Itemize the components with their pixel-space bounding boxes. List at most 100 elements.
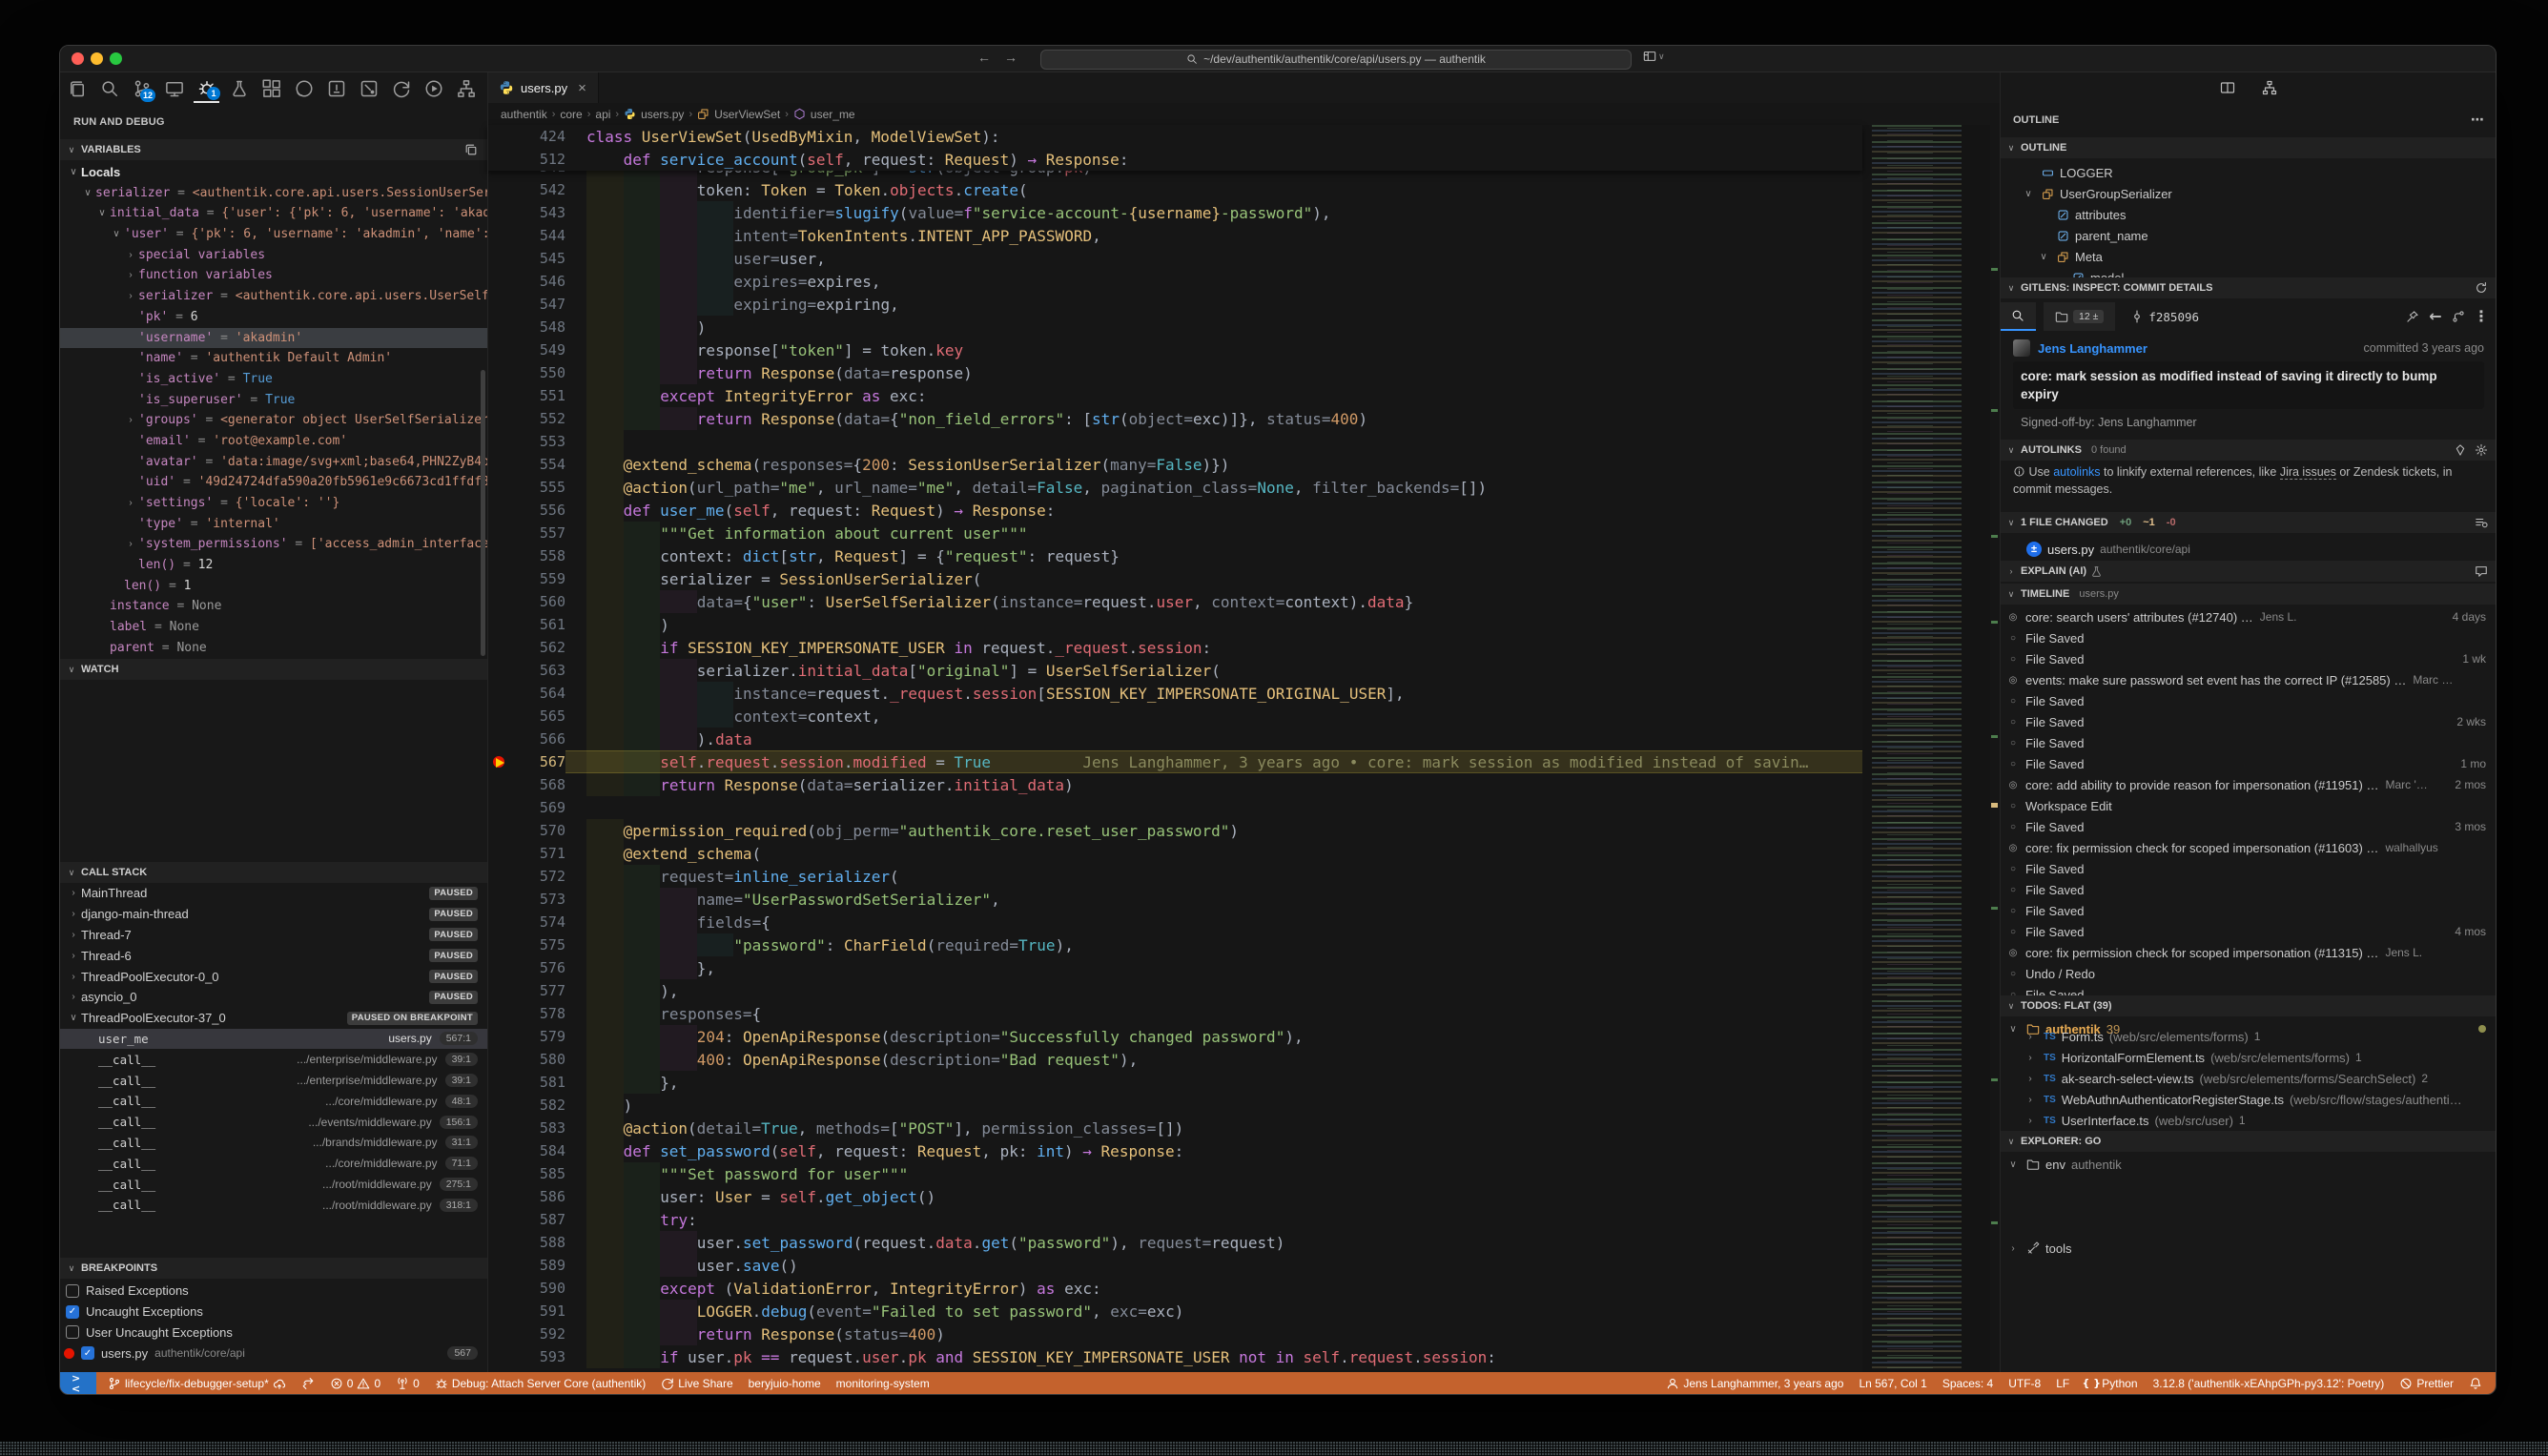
- changed-file-row[interactable]: ± users.py authentik/core/api: [2000, 539, 2497, 560]
- gitlens-section-header[interactable]: ∨GITLENS: INSPECT: COMMIT DETAILS: [2000, 277, 2497, 298]
- editor-action-icon[interactable]: [1836, 80, 1851, 95]
- overview-ruler[interactable]: [1990, 125, 2000, 1372]
- call-stack-row[interactable]: __call__ .../events/middleware.py 156:1: [60, 1112, 487, 1133]
- copy-value-icon[interactable]: [464, 143, 478, 156]
- status-bar-item[interactable]: beryjuio-home: [749, 1377, 821, 1390]
- titlebar-action-icon[interactable]: [2332, 51, 2348, 67]
- editor-action-icon[interactable]: [1809, 80, 1824, 95]
- copilot-button[interactable]: ∨: [1643, 50, 1665, 63]
- timeline-item[interactable]: Undo / Redo: [2000, 963, 2497, 984]
- minimize-window-button[interactable]: [91, 52, 103, 65]
- call-stack-row[interactable]: __call__ .../root/middleware.py 275:1: [60, 1174, 487, 1195]
- status-bar-item[interactable]: 3.12.8 ('authentik-xEAhpGPh-py3.12': Poe…: [2153, 1377, 2385, 1390]
- view-options-icon[interactable]: [2475, 516, 2488, 529]
- outline-section-header[interactable]: ∨OUTLINE: [2000, 137, 2497, 158]
- editor-action-icon[interactable]: [1889, 80, 1904, 95]
- activity-bar-item[interactable]: 1: [194, 74, 219, 103]
- breadcrumb-item[interactable]: UserViewSet ›: [697, 108, 789, 121]
- variable-row[interactable]: › function variables: [60, 265, 487, 286]
- variable-row[interactable]: 'pk' = 6: [60, 307, 487, 328]
- breakpoint-row[interactable]: Raised Exceptions: [60, 1281, 487, 1302]
- todo-file-row[interactable]: ›TS HorizontalFormElement.ts (web/src/el…: [2000, 1047, 2497, 1068]
- command-center[interactable]: ~/dev/authentik/authentik/core/api/users…: [1040, 50, 1632, 70]
- tab-users-py[interactable]: users.py ×: [487, 72, 599, 103]
- status-bar-item[interactable]: lifecycle/fix-debugger-setup*: [108, 1377, 286, 1390]
- explorer-go-section-header[interactable]: ∨EXPLORER: GO: [2000, 1131, 2497, 1152]
- activity-bar-item[interactable]: [64, 74, 90, 103]
- debug-toolbar-button[interactable]: [411, 114, 426, 130]
- variable-row[interactable]: 'is_superuser' = True: [60, 390, 487, 411]
- breadcrumb-item[interactable]: core ›: [560, 108, 590, 121]
- variable-row[interactable]: 'uid' = '49d24724dfa590a20fb5961e9c6673c…: [60, 472, 487, 493]
- nav-back-icon[interactable]: ←: [974, 50, 995, 65]
- sidebar-scrollbar[interactable]: [481, 370, 485, 656]
- editor-action-icon[interactable]: [1862, 80, 1878, 95]
- timeline-item[interactable]: Workspace Edit: [2000, 795, 2497, 816]
- breakpoint-row[interactable]: users.py authentik/core/api 567: [60, 1343, 487, 1364]
- editor-action-icon[interactable]: [1942, 80, 1958, 95]
- variable-row[interactable]: › 'settings' = {'locale': ''}: [60, 493, 487, 514]
- call-stack-row[interactable]: __call__ .../root/middleware.py 318:1: [60, 1195, 487, 1216]
- activity-bar-item[interactable]: [226, 74, 252, 103]
- timeline-item[interactable]: core: fix permission check for scoped im…: [2000, 837, 2497, 858]
- todos-section-header[interactable]: ∨TODOS: FLAT (39): [2000, 995, 2497, 1016]
- gem-icon[interactable]: [2454, 443, 2467, 457]
- more-actions-icon[interactable]: ⋮: [2475, 310, 2488, 323]
- status-bar-item[interactable]: [2469, 1377, 2482, 1390]
- variable-row[interactable]: › 'groups' = <generator object UserSelfS…: [60, 410, 487, 431]
- status-bar-item[interactable]: Prettier: [2399, 1377, 2454, 1390]
- debug-toolbar-button[interactable]: [459, 114, 474, 130]
- variable-row[interactable]: 'is_active' = True: [60, 369, 487, 390]
- status-bar-item[interactable]: UTF-8: [2008, 1377, 2041, 1390]
- call-stack-row[interactable]: › asyncio_0 PAUSED: [60, 987, 487, 1008]
- status-bar-item[interactable]: Live Share: [661, 1377, 732, 1390]
- titlebar-action-icon[interactable]: [2360, 51, 2375, 67]
- call-stack-row[interactable]: __call__ .../core/middleware.py 48:1: [60, 1091, 487, 1112]
- go-env-row[interactable]: ∨ env authentik: [2000, 1154, 2497, 1175]
- outline-item[interactable]: ∨ UserGroupSerializer: [2000, 183, 2497, 204]
- timeline-item[interactable]: core: add ability to provide reason for …: [2000, 774, 2497, 795]
- more-actions-icon[interactable]: ⋯: [2471, 113, 2484, 127]
- breakpoint-checkbox[interactable]: [66, 1325, 79, 1339]
- call-stack-row[interactable]: __call__ .../enterprise/middleware.py 39…: [60, 1049, 487, 1070]
- activity-bar-item[interactable]: [421, 74, 446, 103]
- zoom-window-button[interactable]: [110, 52, 122, 65]
- minimap[interactable]: [1862, 125, 1990, 1372]
- titlebar-action-icon[interactable]: [2471, 51, 2486, 67]
- code-editor[interactable]: 541 response["group_pk"] = str(object=gr…: [487, 171, 1862, 1372]
- go-tools-row[interactable]: › tools: [2000, 1238, 2497, 1259]
- variable-row[interactable]: ∨ initial_data = {'user': {'pk': 6, 'use…: [60, 203, 487, 224]
- breakpoint-checkbox[interactable]: [66, 1305, 79, 1319]
- pin-icon[interactable]: [2406, 310, 2419, 323]
- call-stack-row[interactable]: __call__ .../enterprise/middleware.py 39…: [60, 1070, 487, 1091]
- outline-item[interactable]: attributes: [2000, 204, 2497, 225]
- timeline-item[interactable]: core: search users' attributes (#12740) …: [2000, 606, 2497, 627]
- go-env-var-row[interactable]: [2000, 1175, 2497, 1196]
- debug-toolbar-button[interactable]: [363, 114, 379, 130]
- debug-toolbar-button[interactable]: [316, 114, 331, 130]
- editor-action-icon[interactable]: [1782, 80, 1798, 95]
- variable-row[interactable]: 'name' = 'authentik Default Admin': [60, 348, 487, 369]
- timeline-section-header[interactable]: ∨TIMELINE users.py: [2000, 584, 2497, 605]
- status-bar-item[interactable]: 0: [396, 1377, 420, 1390]
- variable-row[interactable]: › 'system_permissions' = ['access_admin_…: [60, 534, 487, 555]
- call-stack-row[interactable]: __call__ .../core/middleware.py 71:1: [60, 1153, 487, 1174]
- activity-bar-item[interactable]: [291, 74, 317, 103]
- timeline-item[interactable]: core: fix permission check for scoped im…: [2000, 942, 2497, 963]
- activity-bar-item[interactable]: [96, 74, 122, 103]
- titlebar-action-icon[interactable]: [2388, 51, 2403, 67]
- call-stack-row[interactable]: user_me users.py 567:1: [60, 1029, 487, 1050]
- variable-row[interactable]: len() = 12: [60, 555, 487, 576]
- call-stack-row[interactable]: ∨ ThreadPoolExecutor-37_0 PAUSED ON BREA…: [60, 1008, 487, 1029]
- variables-section-header[interactable]: ∨VARIABLES: [60, 139, 487, 160]
- call-stack-section-header[interactable]: ∨CALL STACK: [60, 862, 487, 883]
- gitlens-search-tab[interactable]: [2000, 302, 2036, 331]
- file-changed-section-header[interactable]: ∨1 FILE CHANGED +0 ~1 -0: [2000, 512, 2497, 533]
- breakpoint-checkbox[interactable]: [81, 1346, 94, 1360]
- titlebar-action-icon[interactable]: [2443, 51, 2458, 67]
- timeline-item[interactable]: File Saved: [2000, 627, 2497, 648]
- status-bar-item[interactable]: { }Python: [2085, 1377, 2137, 1390]
- todo-file-row[interactable]: ›TS WebAuthnAuthenticatorRegisterStage.t…: [2000, 1089, 2497, 1110]
- debug-toolbar-button[interactable]: [339, 114, 355, 130]
- jira-issues-link[interactable]: Jira issues: [2280, 465, 2336, 480]
